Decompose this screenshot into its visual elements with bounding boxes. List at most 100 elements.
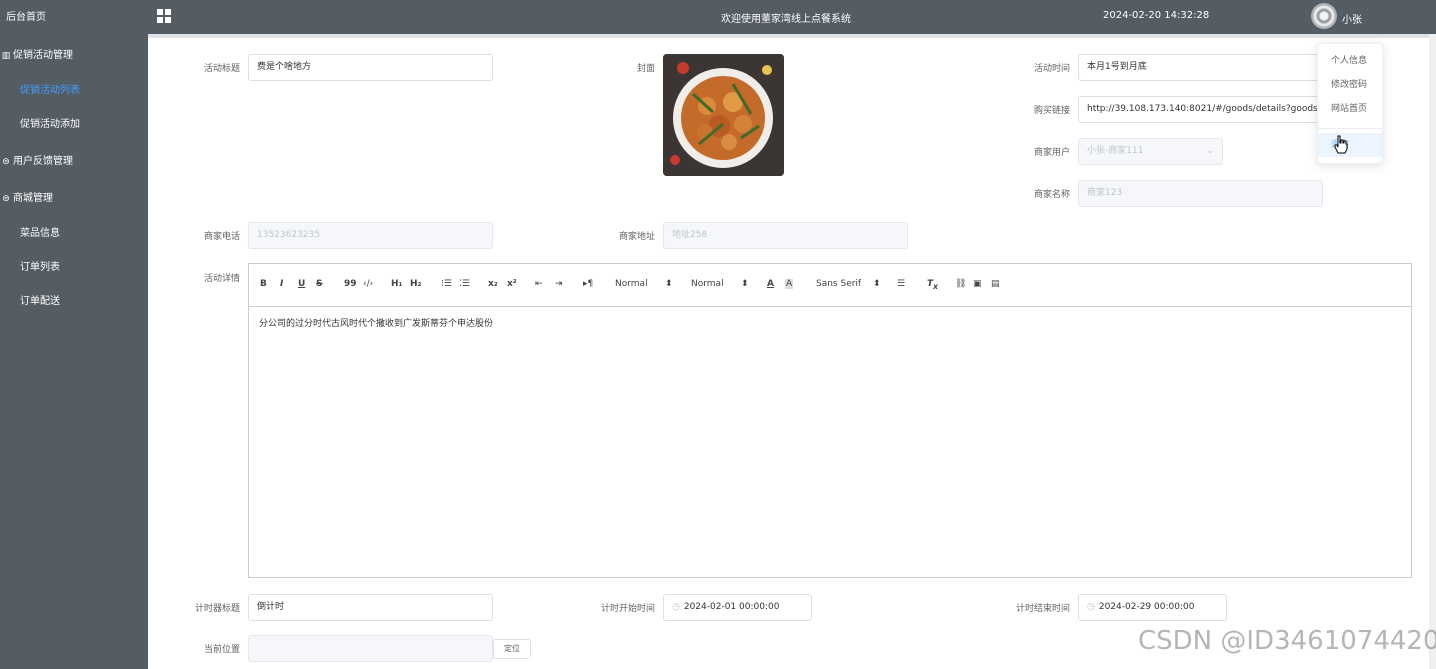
underline-button[interactable]: U — [298, 279, 305, 289]
font-select-value: Sans Serif — [816, 279, 862, 289]
address-input[interactable]: 地址258 — [663, 222, 908, 249]
current-datetime: 2024-02-20 14:32:28 — [1103, 10, 1210, 21]
dropdown-item-profile[interactable]: 个人信息 — [1318, 49, 1382, 73]
phone-label: 商家电话 — [203, 232, 240, 242]
link-label: 购买链接 — [1033, 106, 1070, 116]
clear-format-icon[interactable]: Tx — [927, 279, 938, 291]
h2-button[interactable]: H₂ — [410, 279, 421, 289]
link-icon[interactable]: ⛓ — [955, 279, 966, 289]
dropdown-item-logout[interactable]: 退出 — [1318, 133, 1382, 157]
font-select[interactable]: Sans Serif — [816, 279, 861, 289]
sidebar-item-order-delivery[interactable]: 订单配送 — [0, 285, 148, 319]
welcome-text: 欢迎使用董家湾线上点餐系统 — [721, 14, 851, 25]
size-select-value: Normal — [615, 279, 648, 289]
indent-icon[interactable]: ⇥ — [555, 279, 563, 289]
link-input[interactable]: http://39.108.173.140:8021/#/goods/detai… — [1078, 96, 1323, 123]
rich-text-editor: B I U S 99 ‹/› H₁ H₂ ⁝☰ ⁚☰ x₂ x² ⇤ ⇥ ▸¶ … — [248, 263, 1412, 578]
menu-grid-icon[interactable] — [157, 9, 171, 23]
sidebar-item-label: 后台首页 — [6, 12, 46, 23]
dropdown-item-change-password[interactable]: 修改密码 — [1318, 73, 1382, 97]
watermark: CSDN @ID3461074420 — [1138, 626, 1436, 656]
timer-title-label: 计时器标题 — [194, 604, 240, 614]
location-label: 当前位置 — [203, 645, 240, 655]
location-input[interactable] — [248, 635, 493, 662]
bold-button[interactable]: B — [260, 279, 267, 289]
title-input[interactable]: 费是个啥地方 — [248, 54, 493, 81]
username[interactable]: 小张 — [1342, 11, 1362, 26]
header-select-arrow-icon[interactable]: ⬍ — [741, 279, 749, 289]
background-color-icon[interactable]: A — [785, 279, 794, 289]
chat-icon: ⊜ — [2, 194, 10, 204]
chat-icon: ⊜ — [2, 157, 10, 167]
code-block-button[interactable]: ‹/› — [363, 279, 373, 289]
size-select[interactable]: Normal — [615, 279, 648, 289]
editor-content[interactable]: 分公司的过分时代古风时代个撒收到广发斯蒂芬个申达股份 — [259, 316, 493, 329]
sidebar-item-feedback-management[interactable]: ⊜ 用户反馈管理 — [0, 145, 148, 179]
cover-label: 封面 — [636, 64, 655, 74]
strike-button[interactable]: S — [316, 279, 322, 289]
merchant-user-label: 商家用户 — [1033, 148, 1070, 158]
sidebar-item-mall-management[interactable]: ⊜ 商城管理 — [0, 182, 148, 216]
sidebar-item-label: 促销活动管理 — [13, 50, 73, 61]
timer-title-input[interactable]: 倒计时 — [248, 594, 493, 621]
timer-start-value: 2024-02-01 00:00:00 — [683, 602, 780, 612]
locate-button[interactable]: 定位 — [493, 639, 531, 659]
sidebar-item-order-list[interactable]: 订单列表 — [0, 251, 148, 285]
sidebar-item-label: 订单列表 — [20, 262, 60, 273]
chevron-down-icon: ⌄ — [1206, 146, 1214, 156]
h1-button[interactable]: H₁ — [391, 279, 402, 289]
content-top-strip — [148, 34, 1436, 38]
sidebar-item-promotion-management[interactable]: ▥ 促销活动管理 — [0, 39, 148, 73]
timer-end-value: 2024-02-29 00:00:00 — [1098, 602, 1195, 612]
header-select-value: Normal — [691, 279, 724, 289]
sidebar-item-promotion-list[interactable]: 促销活动列表 — [0, 74, 148, 108]
image-icon[interactable]: ▣ — [973, 279, 982, 289]
subscript-button[interactable]: x₂ — [488, 279, 498, 289]
sidebar-item-label: 菜品信息 — [20, 228, 60, 239]
align-icon[interactable]: ☰ — [897, 279, 905, 289]
sidebar-item-promotion-add[interactable]: 促销活动添加 — [0, 108, 148, 142]
header-select[interactable]: Normal — [691, 279, 724, 289]
timer-end-input[interactable]: ◷ 2024-02-29 00:00:00 — [1078, 594, 1227, 621]
dropdown-divider — [1318, 128, 1382, 129]
title-label: 活动标题 — [203, 64, 240, 74]
sidebar-item-label: 商城管理 — [13, 193, 53, 204]
sidebar-item-dashboard[interactable]: 后台首页 — [0, 1, 148, 35]
phone-input[interactable]: 13523623235 — [248, 222, 493, 249]
ordered-list-icon[interactable]: ⁝☰ — [441, 279, 452, 289]
bullet-list-icon[interactable]: ⁚☰ — [459, 279, 470, 289]
sidebar-item-label: 用户反馈管理 — [13, 156, 73, 167]
merchant-user-value: 小张-商家111 — [1087, 146, 1144, 156]
top-header: 欢迎使用董家湾线上点餐系统 2024-02-20 14:32:28 小张 — [148, 0, 1436, 34]
cover-image[interactable] — [663, 54, 784, 176]
bar-chart-icon: ▥ — [1, 51, 11, 61]
sidebar-item-dish-info[interactable]: 菜品信息 — [0, 217, 148, 251]
size-select-arrow-icon[interactable]: ⬍ — [665, 279, 673, 289]
blockquote-button[interactable]: 99 — [344, 279, 357, 289]
merchant-name-input[interactable]: 商家123 — [1078, 180, 1323, 207]
font-color-icon[interactable]: A — [767, 279, 774, 289]
outdent-icon[interactable]: ⇤ — [535, 279, 543, 289]
superscript-button[interactable]: x² — [507, 279, 517, 289]
user-dropdown-menu: 个人信息 修改密码 网站首页 退出 — [1317, 43, 1383, 164]
hand-cursor-icon — [1334, 135, 1348, 154]
address-label: 商家地址 — [618, 232, 655, 242]
page-scrollbar[interactable] — [1429, 34, 1436, 669]
italic-button[interactable]: I — [280, 279, 283, 289]
video-icon[interactable]: ▤ — [991, 279, 1000, 289]
merchant-user-select[interactable]: 小张-商家111 ⌄ — [1078, 138, 1223, 165]
sidebar-item-label: 订单配送 — [20, 296, 60, 307]
timer-start-label: 计时开始时间 — [600, 604, 655, 614]
dropdown-item-site-home[interactable]: 网站首页 — [1318, 97, 1382, 121]
editor-toolbar: B I U S 99 ‹/› H₁ H₂ ⁝☰ ⁚☰ x₂ x² ⇤ ⇥ ▸¶ … — [249, 264, 1411, 307]
food-image — [663, 54, 784, 176]
timer-start-input[interactable]: ◷ 2024-02-01 00:00:00 — [663, 594, 812, 621]
time-label: 活动时间 — [1033, 64, 1070, 74]
clock-icon: ◷ — [1087, 602, 1095, 612]
text-direction-icon[interactable]: ▸¶ — [583, 279, 593, 289]
merchant-name-label: 商家名称 — [1033, 190, 1070, 200]
time-input[interactable]: 本月1号到月底 — [1078, 54, 1323, 81]
sidebar-item-label: 促销活动添加 — [20, 119, 80, 130]
avatar[interactable] — [1311, 3, 1337, 29]
font-select-arrow-icon[interactable]: ⬍ — [873, 279, 881, 289]
